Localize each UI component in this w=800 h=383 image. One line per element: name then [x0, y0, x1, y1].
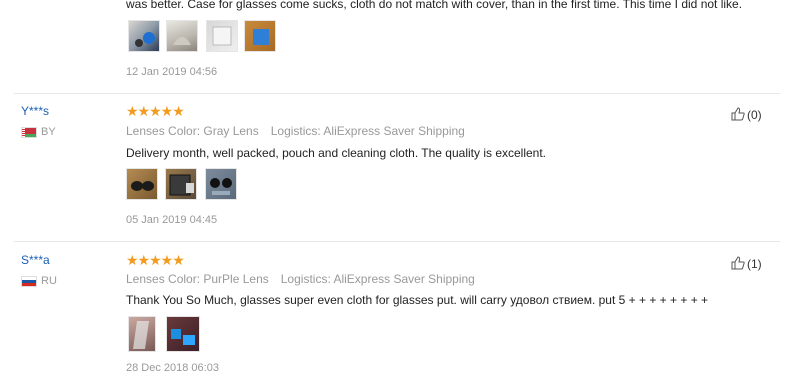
rating-stars: ★★★★★	[126, 103, 185, 119]
reviewer-name[interactable]: S***a	[21, 253, 50, 267]
review-divider	[14, 241, 780, 242]
review-photo[interactable]	[205, 168, 237, 200]
review-photo[interactable]	[126, 168, 158, 200]
reviewer-name[interactable]: Y***s	[21, 104, 49, 118]
review-text: was better. Case for glasses come sucks,…	[126, 0, 743, 11]
thumbs-up-icon	[731, 256, 745, 270]
lens-color: Lenses Color: PurPle Lens	[126, 272, 269, 286]
flag-icon	[21, 276, 37, 287]
review-date: 28 Dec 2018 06:03	[126, 362, 219, 374]
helpful-button[interactable]: (1)	[731, 256, 762, 271]
rating-stars: ★★★★★	[126, 252, 185, 268]
helpful-count: (1)	[747, 257, 762, 271]
review-text: Delivery month, well packed, pouch and c…	[126, 146, 547, 160]
review-photo[interactable]	[165, 168, 197, 200]
review-text: Thank You So Much, glasses super even cl…	[126, 293, 709, 307]
review-attributes: Lenses Color: PurPle Lens Logistics: AliE…	[126, 272, 475, 286]
reviewer-country: RU	[41, 275, 57, 287]
thumbs-up-icon	[731, 107, 745, 121]
review-photo[interactable]	[244, 20, 276, 52]
lens-color: Lenses Color: Gray Lens	[126, 124, 259, 138]
review-photo[interactable]	[166, 316, 200, 352]
review-date: 12 Jan 2019 04:56	[126, 66, 218, 78]
review-photo[interactable]	[128, 20, 160, 52]
logistics: Logistics: AliExpress Saver Shipping	[270, 124, 465, 138]
review-photo[interactable]	[128, 316, 156, 352]
review-photo[interactable]	[206, 20, 238, 52]
reviewer-country: BY	[41, 126, 56, 138]
flag-icon	[21, 127, 37, 138]
review-divider	[14, 93, 780, 94]
review-date: 05 Jan 2019 04:45	[126, 214, 218, 226]
helpful-count: (0)	[747, 108, 762, 122]
helpful-button[interactable]: (0)	[731, 107, 762, 122]
review-photo[interactable]	[166, 20, 198, 52]
review-attributes: Lenses Color: Gray Lens Logistics: AliExp…	[126, 124, 465, 138]
logistics: Logistics: AliExpress Saver Shipping	[280, 272, 475, 286]
